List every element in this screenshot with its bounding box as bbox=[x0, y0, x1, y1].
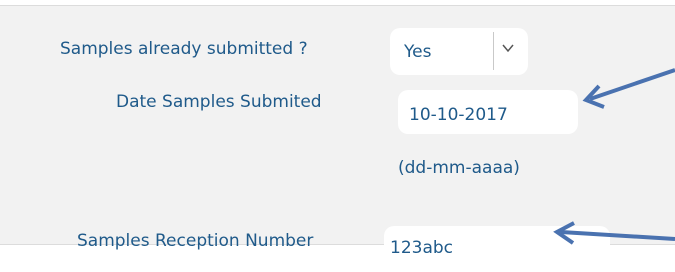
reception-number-input[interactable]: 123abc bbox=[384, 226, 610, 272]
samples-submitted-value: Yes bbox=[404, 42, 432, 62]
date-submitted-label: Date Samples Submited bbox=[116, 92, 322, 112]
select-divider bbox=[493, 32, 494, 70]
date-format-hint: (dd-mm-aaaa) bbox=[398, 158, 520, 178]
samples-submitted-select[interactable]: Yes bbox=[390, 28, 528, 75]
reception-number-value: 123abc bbox=[390, 238, 454, 258]
date-submitted-value: 10-10-2017 bbox=[409, 105, 508, 125]
date-submitted-input[interactable]: 10-10-2017 bbox=[398, 90, 578, 134]
reception-number-label: Samples Reception Number bbox=[77, 231, 314, 251]
chevron-down-icon[interactable] bbox=[496, 36, 520, 60]
form-panel: Samples already submitted ? Yes Date Sam… bbox=[0, 5, 675, 272]
samples-submitted-label: Samples already submitted ? bbox=[60, 39, 308, 59]
